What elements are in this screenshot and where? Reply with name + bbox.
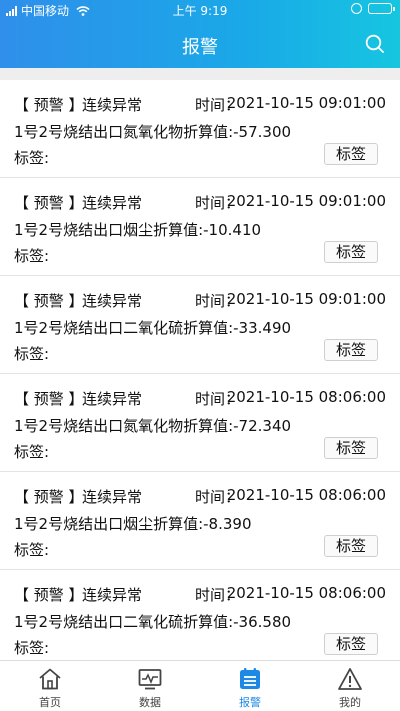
alarm-card[interactable]: 【 预警 】 连续异常 时间： 2021-10-15 09:01:00 1号2号… <box>0 178 400 276</box>
alarm-list-icon <box>240 668 260 689</box>
alarm-card[interactable]: 【 预警 】 连续异常 时间： 2021-10-15 09:01:00 1号2号… <box>0 276 400 374</box>
tab-label: 我的 <box>339 696 361 709</box>
alarm-card[interactable]: 【 预警 】 连续异常 时间： 2021-10-15 08:06:00 1号2号… <box>0 374 400 472</box>
label-caption: 标签: <box>14 541 50 559</box>
alarm-level: 【 预警 】 <box>14 586 84 604</box>
warning-triangle-icon <box>338 668 362 690</box>
alarm-description: 1号2号烧结出口烟尘折算值:-10.410 <box>14 221 262 239</box>
alarm-description: 1号2号烧结出口烟尘折算值:-8.390 <box>14 515 252 533</box>
tab-alarm[interactable]: 报警 <box>200 661 300 711</box>
tag-button[interactable]: 标签 <box>324 339 378 361</box>
alarm-time: 2021-10-15 09:01:00 <box>226 94 386 112</box>
alarm-type: 连续异常 <box>82 488 143 506</box>
status-time: 上午 9:19 <box>172 4 228 18</box>
status-bar: 中国移动 上午 9:19 <box>0 0 400 20</box>
label-caption: 标签: <box>14 149 50 167</box>
tab-home[interactable]: 首页 <box>0 661 100 711</box>
alarm-level: 【 预警 】 <box>14 390 84 408</box>
tag-button[interactable]: 标签 <box>324 437 378 459</box>
label-caption: 标签: <box>14 639 50 657</box>
label-caption: 标签: <box>14 345 50 363</box>
tag-button[interactable]: 标签 <box>324 143 378 165</box>
tab-label: 数据 <box>139 696 161 709</box>
app-header: 中国移动 上午 9:19 报警 <box>0 0 400 68</box>
tab-label: 报警 <box>239 696 261 709</box>
search-icon[interactable] <box>364 33 386 55</box>
alarm-description: 1号2号烧结出口二氧化硫折算值:-33.490 <box>14 319 292 337</box>
alarm-level: 【 预警 】 <box>14 96 84 114</box>
alarm-description: 1号2号烧结出口二氧化硫折算值:-36.580 <box>14 613 292 631</box>
tag-button[interactable]: 标签 <box>324 535 378 557</box>
alarm-level: 【 预警 】 <box>14 292 84 310</box>
alarm-type: 连续异常 <box>82 586 143 604</box>
tab-mine[interactable]: 我的 <box>300 661 400 711</box>
chart-monitor-icon <box>138 669 162 690</box>
tab-label: 首页 <box>39 696 61 709</box>
alarm-level: 【 预警 】 <box>14 488 84 506</box>
label-caption: 标签: <box>14 247 50 265</box>
alarm-card[interactable]: 【 预警 】 连续异常 时间： 2021-10-15 08:06:00 1号2号… <box>0 570 400 660</box>
tag-button[interactable]: 标签 <box>324 241 378 263</box>
alarm-type: 连续异常 <box>82 194 143 212</box>
alarm-type: 连续异常 <box>82 96 143 114</box>
label-caption: 标签: <box>14 443 50 461</box>
alarm-level: 【 预警 】 <box>14 194 84 212</box>
page-title: 报警 <box>182 37 218 58</box>
alarm-description: 1号2号烧结出口氮氧化物折算值:-57.300 <box>14 123 292 141</box>
alarm-description: 1号2号烧结出口氮氧化物折算值:-72.340 <box>14 417 292 435</box>
alarm-list[interactable]: 【 预警 】 连续异常 时间： 2021-10-15 09:01:00 1号2号… <box>0 80 400 660</box>
alarm-time: 2021-10-15 09:01:00 <box>226 192 386 210</box>
tag-button[interactable]: 标签 <box>324 633 378 655</box>
alarm-time: 2021-10-15 08:06:00 <box>226 388 386 406</box>
alarm-card[interactable]: 【 预警 】 连续异常 时间： 2021-10-15 08:06:00 1号2号… <box>0 472 400 570</box>
alarm-time: 2021-10-15 08:06:00 <box>226 486 386 504</box>
home-icon <box>39 668 61 690</box>
bottom-tab-bar: 首页 数据 报警 我的 <box>0 660 400 711</box>
alarm-time: 2021-10-15 09:01:00 <box>226 290 386 308</box>
alarm-time: 2021-10-15 08:06:00 <box>226 584 386 602</box>
alarm-type: 连续异常 <box>82 390 143 408</box>
alarm-card[interactable]: 【 预警 】 连续异常 时间： 2021-10-15 09:01:00 1号2号… <box>0 80 400 178</box>
tab-data[interactable]: 数据 <box>100 661 200 711</box>
orientation-lock-icon <box>351 3 362 14</box>
alarm-type: 连续异常 <box>82 292 143 310</box>
battery-icon <box>368 3 395 14</box>
